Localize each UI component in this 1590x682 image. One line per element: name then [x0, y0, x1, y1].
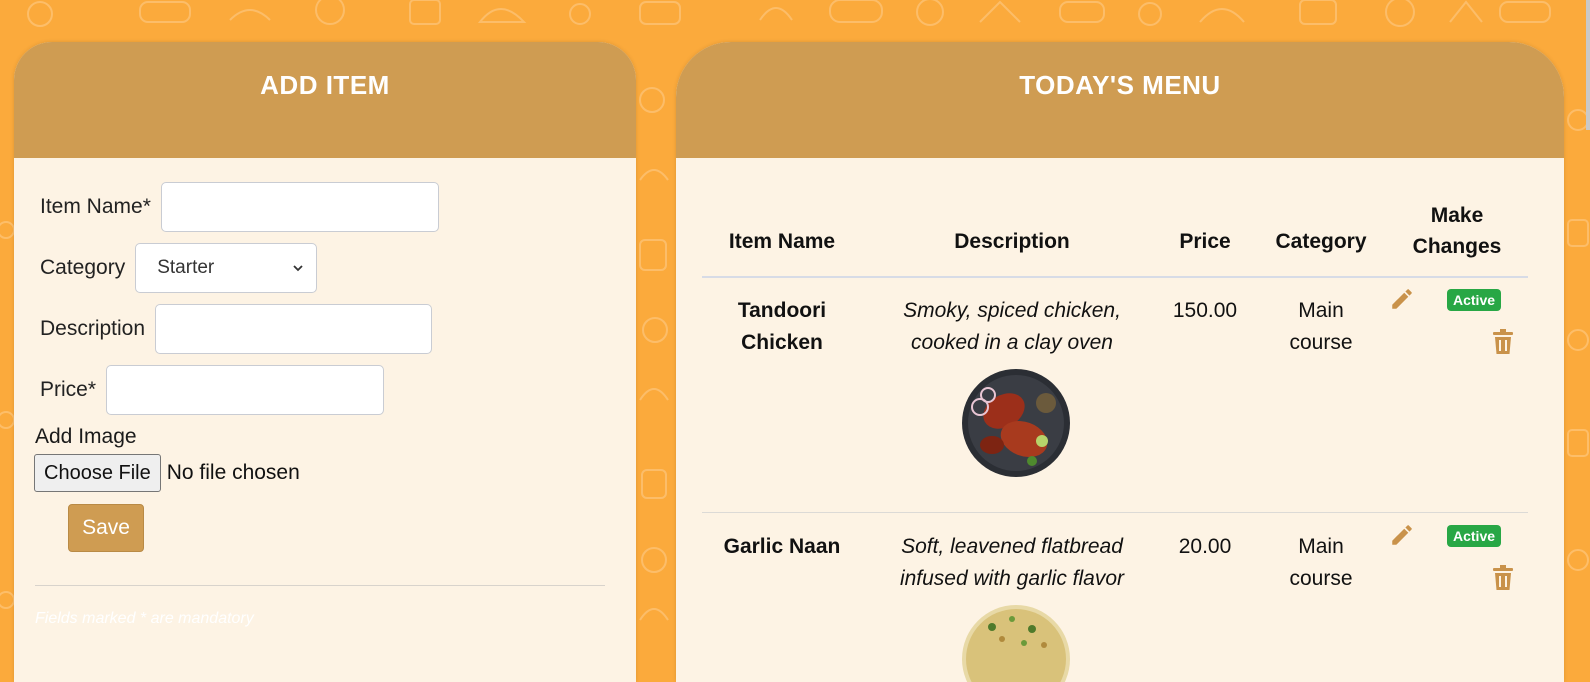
file-input: Choose File No file chosen — [34, 454, 300, 492]
item-name-input[interactable] — [160, 182, 439, 232]
price-input[interactable] — [106, 365, 385, 415]
add-item-title: ADD ITEM — [14, 42, 636, 158]
description-line: Smoky, spiced chicken, — [903, 299, 1121, 322]
table-header-rule — [702, 276, 1528, 278]
row-price: 20.00 — [1178, 535, 1232, 558]
row-item-name: Tandoori Chicken — [702, 295, 862, 359]
category-line: course — [1289, 331, 1353, 354]
category-line: Main — [1298, 535, 1344, 558]
item-name-label: Item Name* — [40, 195, 151, 218]
row-category: Main course — [1256, 295, 1386, 359]
item-name-line: Chicken — [741, 331, 823, 354]
status-badge: Active — [1447, 289, 1502, 311]
item-name-row: Item Name* — [40, 182, 439, 232]
make-changes-line1: Make — [1430, 204, 1484, 227]
row-divider — [702, 512, 1528, 513]
row-description: Soft, leavened flatbread infused with ga… — [872, 531, 1152, 595]
menu-title: TODAY'S MENU — [676, 42, 1564, 158]
add-image-label: Add Image — [35, 425, 137, 448]
description-label: Description — [40, 317, 146, 340]
row-description: Smoky, spiced chicken, cooked in a clay … — [872, 295, 1152, 359]
description-row: Description — [40, 304, 433, 354]
item-name-line: Tandoori — [737, 299, 827, 322]
trash-icon[interactable] — [1492, 565, 1514, 591]
description-line: Soft, leavened flatbread — [901, 535, 1123, 558]
item-name-line: Garlic Naan — [723, 535, 841, 558]
todays-menu-panel: TODAY'S MENU Item Name Description Price… — [676, 42, 1564, 682]
mandatory-note: Fields marked * are mandatory — [35, 610, 254, 627]
category-label: Category — [40, 256, 126, 279]
trash-icon[interactable] — [1492, 329, 1514, 355]
col-header-description: Description — [954, 230, 1070, 253]
price-row: Price* — [40, 365, 385, 415]
form-divider — [35, 585, 605, 586]
pencil-icon[interactable] — [1389, 522, 1415, 548]
category-line: course — [1289, 567, 1353, 590]
col-header-make-changes: Make Changes — [1392, 200, 1522, 262]
row-item-name: Garlic Naan — [702, 531, 862, 563]
description-input[interactable] — [155, 304, 433, 354]
status-badge: Active — [1447, 525, 1502, 547]
file-status-text: No file chosen — [166, 461, 300, 484]
category-selected-value: Starter — [157, 257, 215, 278]
category-select[interactable]: Starter — [135, 243, 318, 293]
chevron-down-icon — [293, 265, 303, 272]
price-label: Price* — [40, 378, 97, 401]
col-header-category: Category — [1275, 230, 1367, 253]
description-line: cooked in a clay oven — [911, 331, 1113, 354]
category-row: Category Starter — [40, 243, 318, 293]
row-category: Main course — [1256, 531, 1386, 595]
description-line: infused with garlic flavor — [899, 567, 1125, 590]
save-button[interactable]: Save — [68, 504, 144, 552]
col-header-item-name: Item Name — [728, 230, 836, 253]
add-item-panel: ADD ITEM Item Name* Category Starter Des… — [14, 42, 636, 682]
row-price: 150.00 — [1172, 299, 1238, 322]
tandoori-chicken-image — [962, 369, 1070, 477]
garlic-naan-image — [962, 605, 1070, 682]
category-line: Main — [1298, 299, 1344, 322]
col-header-price: Price — [1179, 230, 1231, 253]
pencil-icon[interactable] — [1389, 286, 1415, 312]
page-scrollbar[interactable] — [1586, 0, 1590, 130]
make-changes-line2: Changes — [1412, 235, 1502, 258]
choose-file-button[interactable]: Choose File — [34, 454, 161, 492]
